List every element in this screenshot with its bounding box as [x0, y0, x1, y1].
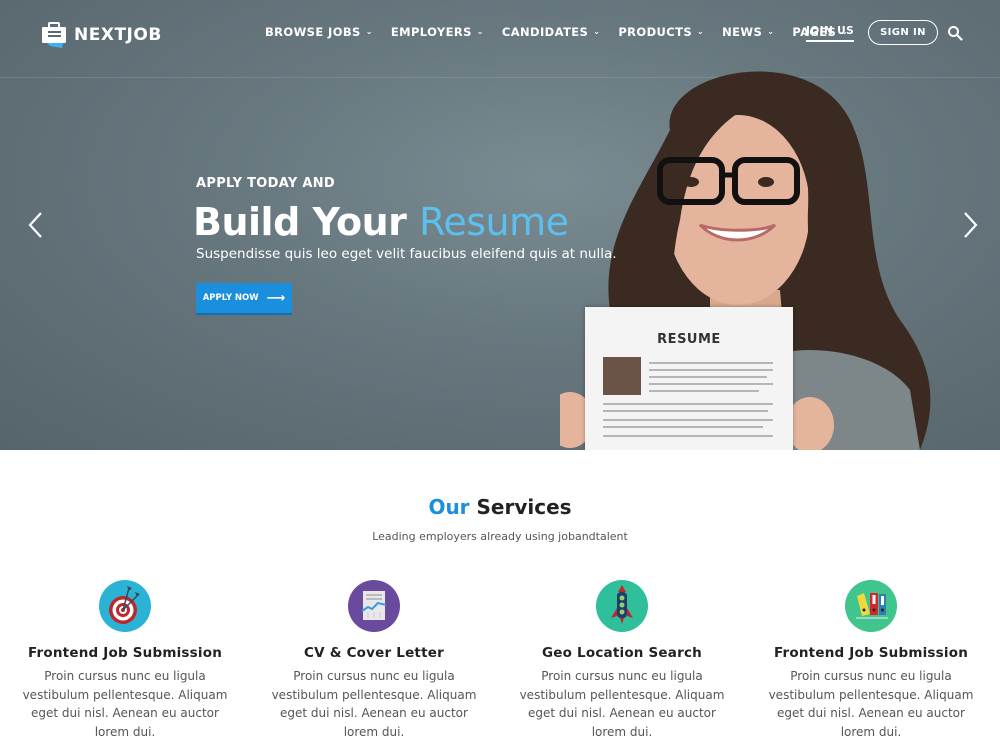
nav-item-products[interactable]: PRODUCTS ⌄ [618, 25, 704, 39]
main-nav: BROWSE JOBS ⌄ EMPLOYERS ⌄ CANDIDATES ⌄ P… [265, 25, 866, 39]
chevron-down-icon: ⌄ [365, 26, 373, 36]
chevron-down-icon: ⌄ [476, 26, 484, 36]
apply-now-label: APPLY NOW [202, 293, 259, 303]
service-card: Geo Location Search Proin cursus nunc eu… [497, 580, 747, 741]
nav-item-label: CANDIDATES [501, 25, 589, 39]
resume-text-line [603, 419, 773, 421]
chevron-right-icon[interactable] [960, 210, 980, 240]
nav-item-label: PRODUCTS [618, 25, 693, 39]
apply-now-button[interactable]: APPLY NOW ⟶ [196, 283, 292, 313]
resume-text-line [649, 383, 773, 385]
service-title: Frontend Job Submission [773, 645, 969, 661]
hero-slider: RESUME NEXTJOB BROWSE JOBS ⌄ EMPLOYERS ⌄… [0, 0, 1000, 450]
sign-in-button[interactable]: SIGN IN [868, 20, 938, 45]
resume-text-line [603, 426, 763, 428]
site-logo[interactable]: NEXTJOB [40, 22, 162, 48]
service-description: Proin cursus nunc eu ligula vestibulum p… [519, 669, 725, 739]
service-title: CV & Cover Letter [304, 645, 444, 661]
services-title: Our Services [0, 495, 1000, 519]
resume-text-line [603, 435, 773, 437]
search-icon[interactable] [947, 25, 963, 41]
service-description: Proin cursus nunc eu ligula vestibulum p… [768, 669, 974, 739]
document-chart-icon [348, 580, 400, 632]
resume-text-line [649, 369, 773, 371]
chevron-down-icon: ⌄ [697, 26, 705, 36]
join-us-link[interactable]: JOIN US [806, 25, 855, 42]
hero-kicker: APPLY TODAY AND [196, 176, 336, 191]
services-subtitle: Leading employers already using jobandta… [372, 530, 628, 543]
rocket-icon [596, 580, 648, 632]
service-card: CV & Cover Letter Proin cursus nunc eu l… [249, 580, 499, 741]
resume-text-line [603, 410, 768, 412]
service-title: Geo Location Search [542, 645, 702, 661]
logo-text: NEXTJOB [74, 25, 162, 45]
resume-text-line [603, 403, 773, 405]
service-description: Proin cursus nunc eu ligula vestibulum p… [22, 669, 228, 739]
hero-title-accent: Resume [419, 200, 569, 244]
service-description: Proin cursus nunc eu ligula vestibulum p… [271, 669, 477, 739]
briefcase-logo-icon [42, 22, 66, 48]
chevron-down-icon: ⌄ [593, 26, 601, 36]
resume-text-line [649, 390, 759, 392]
nav-item-employers[interactable]: EMPLOYERS ⌄ [391, 25, 484, 39]
nav-item-label: BROWSE JOBS [265, 25, 361, 39]
nav-item-candidates[interactable]: CANDIDATES ⌄ [502, 25, 600, 39]
arrow-right-icon: ⟶ [266, 290, 286, 306]
nav-item-label: EMPLOYERS [390, 25, 472, 39]
resume-paper-title: RESUME [657, 332, 721, 347]
resume-text-line [649, 362, 773, 364]
hero-subtitle: Suspendisse quis leo eget velit faucibus… [196, 246, 617, 262]
service-card: Frontend Job Submission Proin cursus nun… [746, 580, 996, 741]
resume-paper-image: RESUME [585, 307, 793, 450]
services-title-main: Services [469, 495, 572, 519]
chevron-left-icon[interactable] [26, 210, 46, 240]
nav-item-label: NEWS [722, 25, 763, 39]
service-title: Frontend Job Submission [27, 645, 223, 661]
services-title-accent: Our [428, 495, 470, 519]
nav-item-news[interactable]: NEWS ⌄ [722, 25, 774, 39]
hero-title-main: Build Your [193, 200, 420, 244]
binders-icon [845, 580, 897, 632]
chevron-down-icon: ⌄ [767, 26, 775, 36]
target-icon [99, 580, 151, 632]
resume-photo [603, 357, 641, 395]
service-card: Frontend Job Submission Proin cursus nun… [0, 580, 250, 741]
nav-item-browse-jobs[interactable]: BROWSE JOBS ⌄ [265, 25, 373, 39]
resume-text-line [649, 376, 767, 378]
hero-title: Build Your Resume [193, 200, 569, 244]
